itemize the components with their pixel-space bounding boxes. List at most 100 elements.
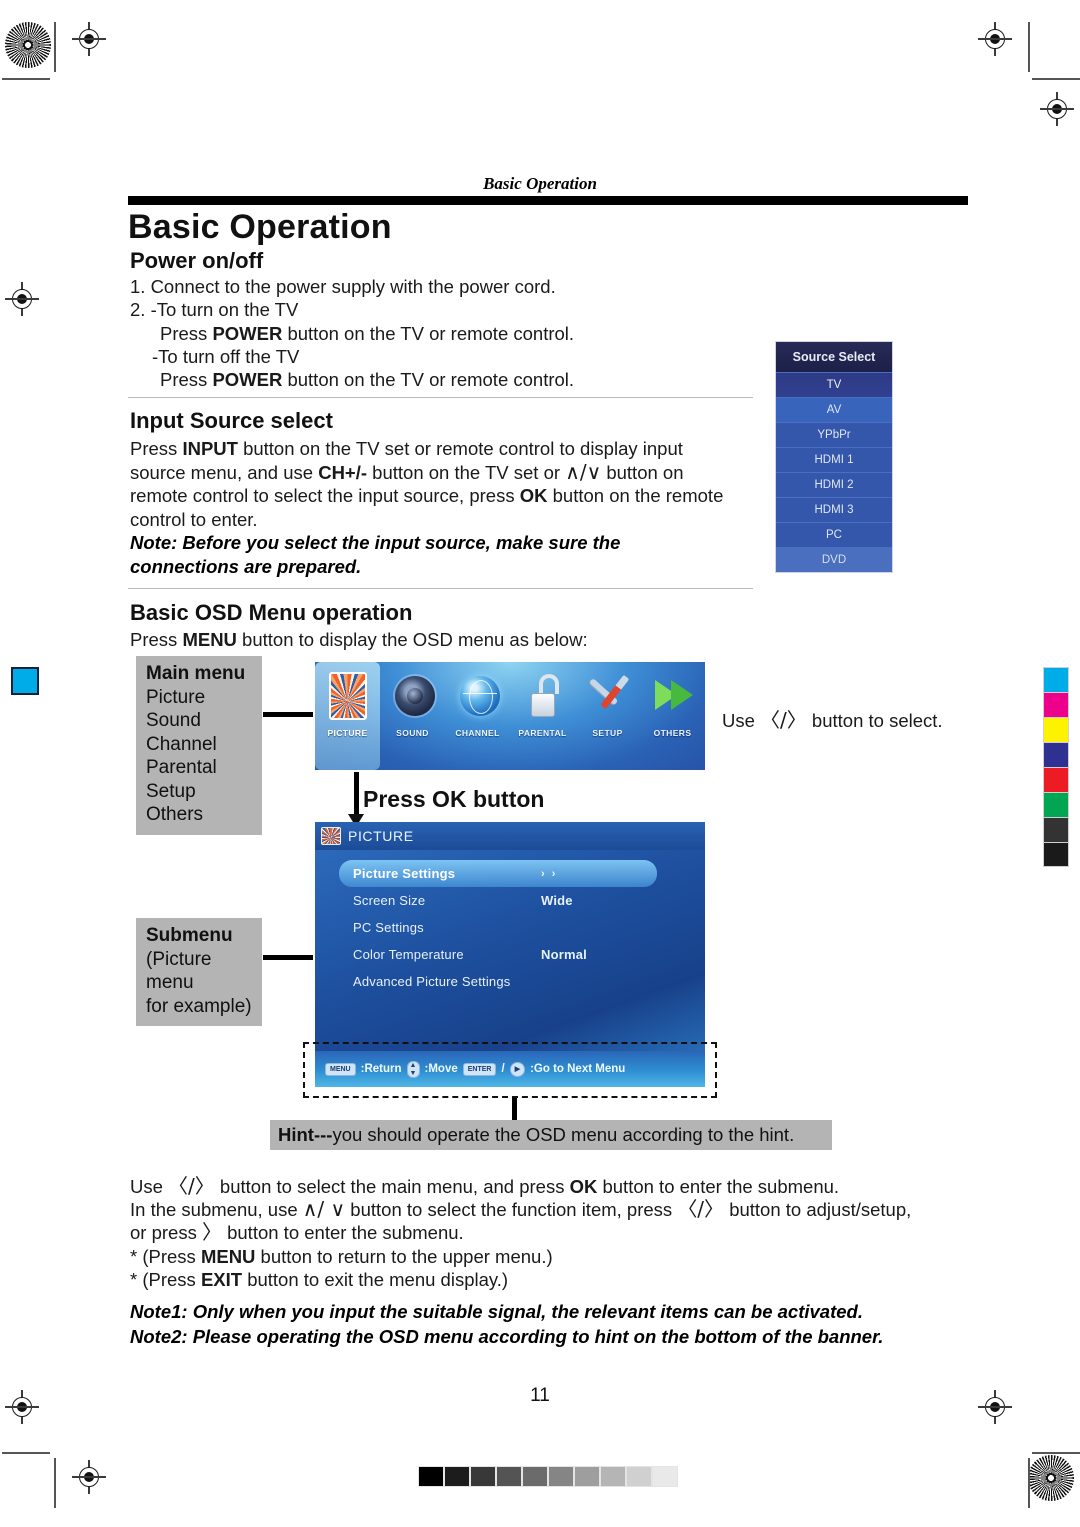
source-select-item-ypbpr[interactable]: YPbPr — [776, 422, 892, 447]
osd-intro-a: Press — [130, 629, 183, 650]
osd-menu-item-others[interactable]: OTHERS — [640, 662, 705, 770]
up-down-arrow-icon-2: ∧/ ∨ — [302, 1197, 346, 1221]
use-select-a: Use — [722, 710, 761, 731]
osd-menu-label-picture: PICTURE — [327, 728, 368, 738]
input-key-ok: OK — [519, 485, 548, 506]
chapter-title: Basic Operation — [128, 208, 392, 246]
power-off-key: POWER — [212, 369, 283, 390]
left-right-arrow-icon-2: 〈/〉 — [168, 1174, 215, 1198]
osd-key-menu: MENU — [182, 629, 237, 650]
cyan-calibration-square — [11, 667, 39, 695]
power-off-post: button on the TV or remote control. — [282, 369, 575, 390]
osd-menu-item-sound[interactable]: SOUND — [380, 662, 445, 770]
gray-swatch-8 — [626, 1466, 652, 1487]
osd-menu-item-parental[interactable]: PARENTAL — [510, 662, 575, 770]
divider-after-power — [128, 397, 753, 398]
use-select-instruction: Use 〈/〉 button to select. — [722, 708, 943, 733]
instr2-b: button to select the function item, pres… — [345, 1199, 678, 1220]
osd-row-label-color-temperature: Color Temperature — [353, 947, 464, 962]
registration-mark-top-left — [5, 282, 39, 316]
color-swatch-5 — [1043, 792, 1069, 817]
instr1-key-ok: OK — [569, 1176, 598, 1197]
instr2-a: In the submenu, use — [130, 1199, 303, 1220]
gray-swatch-6 — [574, 1466, 600, 1487]
crop-tick-bottom-right-horizontal — [1032, 1452, 1080, 1454]
source-select-item-pc[interactable]: PC — [776, 522, 892, 547]
power-turn-off-label: -To turn off the TV — [152, 346, 300, 367]
source-select-item-av[interactable]: AV — [776, 397, 892, 422]
osd-row-color-temperature[interactable]: Color Temperature Normal — [353, 941, 687, 968]
osd-row-advanced-picture-settings[interactable]: Advanced Picture Settings — [353, 968, 687, 995]
source-select-item-tv[interactable]: TV — [776, 372, 892, 397]
registration-mark-top-left-inner — [72, 22, 106, 56]
osd-intro-c: button to display the OSD menu as below: — [236, 629, 588, 650]
globe-icon — [455, 668, 501, 726]
source-select-item-dvd[interactable]: DVD — [776, 547, 892, 572]
osd-menu-item-picture[interactable]: PICTURE — [315, 662, 380, 770]
osd-row-label-screen-size: Screen Size — [353, 893, 426, 908]
instruction-line-4: * (Press MENU button to return to the up… — [130, 1245, 553, 1269]
page-number: 11 — [530, 1385, 550, 1406]
input-key-chplusminus: CH+/- — [318, 461, 368, 483]
color-swatch-6 — [1043, 817, 1069, 842]
registration-mark-top-right — [1040, 92, 1074, 126]
section-heading-osd: Basic OSD Menu operation — [130, 600, 413, 625]
osd-submenu-rows: Picture Settings › › Screen Size Wide PC… — [315, 850, 705, 995]
gray-swatch-4 — [522, 1466, 548, 1487]
note2: Note2: Please operating the OSD menu acc… — [130, 1326, 884, 1347]
press-ok-label: Press OK button — [363, 786, 544, 813]
grayscale-calibration-bar — [418, 1466, 678, 1487]
main-menu-callout-item-setup: Setup — [146, 780, 196, 802]
power-step-2: 2. -To turn on the TV — [130, 299, 299, 320]
instr5-a: * (Press — [130, 1269, 201, 1290]
crop-tick-bottom-left-vertical — [54, 1458, 56, 1508]
registration-mark-top-right-inner — [978, 22, 1012, 56]
power-on-pre: Press — [160, 323, 213, 344]
gray-swatch-5 — [548, 1466, 574, 1487]
osd-row-label-advanced-picture-settings: Advanced Picture Settings — [353, 974, 511, 989]
instruction-line-2: In the submenu, use ∧/ ∨ button to selec… — [130, 1197, 911, 1222]
instr1-a: Use — [130, 1176, 169, 1197]
submenu-callout-line1: (Picture menu — [146, 948, 212, 994]
up-down-arrow-icon: ∧/∨ — [565, 459, 602, 484]
osd-menu-label-others: OTHERS — [653, 728, 692, 738]
osd-main-menu[interactable]: PICTURE SOUND CHANNEL PARENTAL SETUP OTH… — [315, 662, 705, 770]
power-on-post: button on the TV or remote control. — [282, 323, 575, 344]
osd-row-picture-settings[interactable]: Picture Settings › › — [339, 860, 657, 887]
osd-row-pc-settings[interactable]: PC Settings — [353, 914, 687, 941]
instr3-a: or press — [130, 1222, 202, 1243]
osd-menu-item-channel[interactable]: CHANNEL — [445, 662, 510, 770]
left-right-arrow-icon-3: 〈/〉 — [677, 1197, 725, 1221]
section-heading-input-source: Input Source select — [130, 408, 333, 433]
osd-row-value-picture-settings: › › — [541, 867, 558, 880]
input-source-note: Note: Before you select the input source… — [130, 532, 621, 577]
osd-menu-item-setup[interactable]: SETUP — [575, 662, 640, 770]
main-menu-callout-item-parental: Parental — [146, 757, 217, 778]
manual-page: Basic Operation Basic Operation Power on… — [0, 0, 1080, 1527]
osd-row-screen-size[interactable]: Screen Size Wide — [353, 887, 687, 914]
source-select-item-hdmi2[interactable]: HDMI 2 — [776, 472, 892, 497]
lock-icon — [520, 668, 566, 726]
instr1-c: button to enter the submenu. — [597, 1176, 840, 1197]
source-select-item-hdmi3[interactable]: HDMI 3 — [776, 497, 892, 522]
main-menu-callout: Main menu Picture Sound Channel Parental… — [136, 656, 262, 835]
instruction-line-1: Use 〈/〉 button to select the main menu, … — [130, 1174, 840, 1199]
crop-tick-top-right-vertical — [1028, 22, 1030, 72]
color-swatch-2 — [1043, 717, 1069, 742]
source-select-panel[interactable]: Source Select TV AV YPbPr HDMI 1 HDMI 2 … — [775, 341, 893, 573]
power-turn-off-instruction: Press POWER button on the TV or remote c… — [160, 368, 574, 392]
source-select-item-hdmi1[interactable]: HDMI 1 — [776, 447, 892, 472]
color-swatch-7 — [1043, 842, 1069, 867]
power-turn-on-instruction: Press POWER button on the TV or remote c… — [160, 322, 574, 346]
main-menu-callout-item-sound: Sound — [146, 710, 201, 731]
instruction-line-3: or press 〉 button to enter the submenu. — [130, 1220, 464, 1245]
color-swatch-4 — [1043, 767, 1069, 792]
tools-icon — [585, 668, 631, 726]
starburst-mark-bottom-right — [1028, 1455, 1074, 1501]
hint-bar-emphasis-box — [303, 1042, 717, 1098]
osd-row-value-screen-size: Wide — [541, 893, 573, 908]
input-p-a: Press — [130, 438, 183, 459]
press-ok-text: Press OK button — [363, 786, 545, 812]
gray-swatch-3 — [496, 1466, 522, 1487]
header-rule — [128, 196, 968, 205]
